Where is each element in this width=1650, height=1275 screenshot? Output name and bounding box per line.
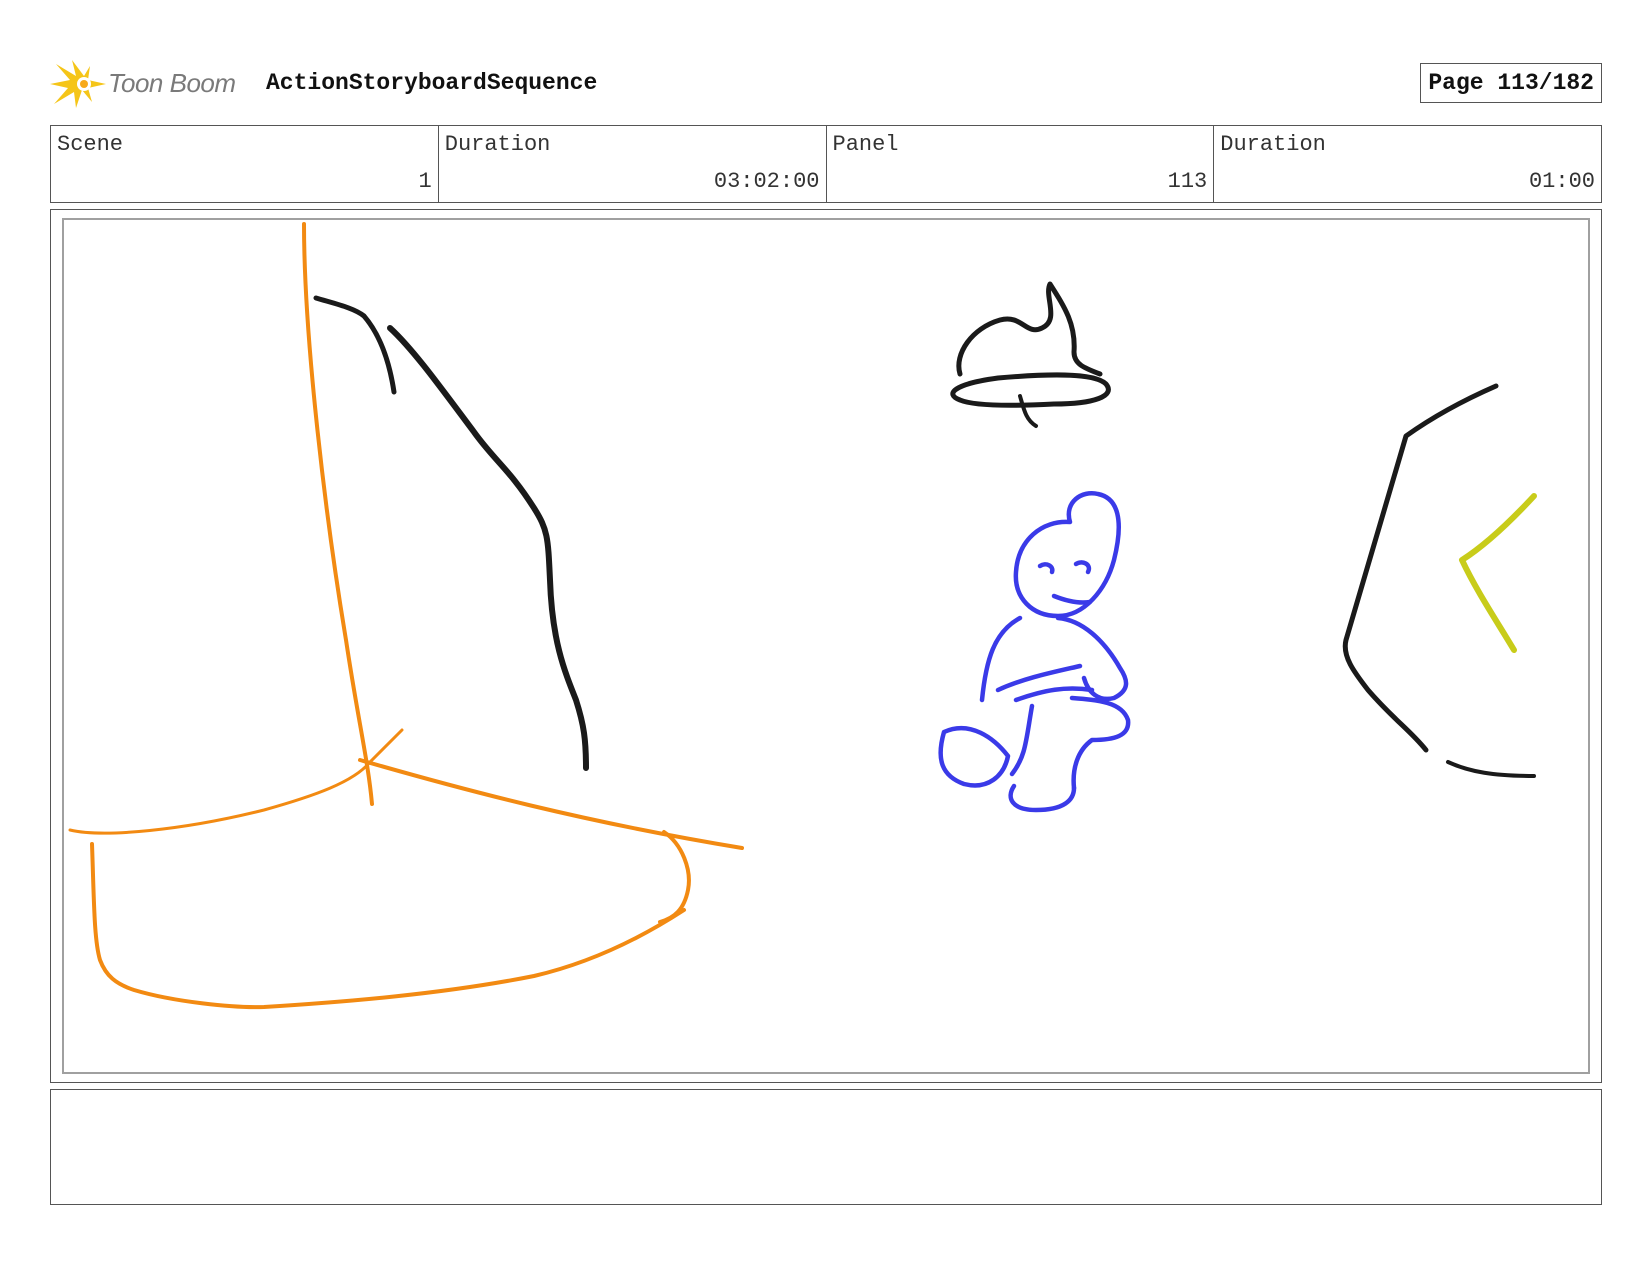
character-leg: [1009, 695, 1131, 791]
logo-wordmark: Toon Boom: [108, 68, 236, 98]
panel-info-table: Scene 1 Duration 03:02:00 Panel 113 Dura…: [50, 125, 1602, 203]
black-hat-stem-stroke: [1018, 394, 1038, 428]
storyboard-panel-frame: [50, 209, 1602, 1083]
storyboard-sketch: [68, 222, 1537, 1010]
toon-boom-logo: Toon Boom: [50, 56, 250, 112]
black-mountain-stroke: [313, 295, 397, 395]
panel-label: Panel: [832, 132, 899, 157]
orange-vertical-stroke: [302, 222, 374, 806]
character-arm: [995, 663, 1095, 703]
scene-cell: Scene 1: [51, 126, 439, 202]
black-hat-stroke: [956, 281, 1103, 377]
character-foot-right: [1008, 783, 1077, 813]
character-foot-left: [938, 725, 1011, 788]
yellow-chevron-stroke: [1459, 493, 1537, 653]
panel-duration-value: 01:00: [1528, 169, 1595, 194]
page-header: Toon Boom ActionStoryboardSequence Page …: [50, 56, 1602, 112]
panel-value: 113: [1167, 169, 1208, 194]
scene-duration-cell: Duration 03:02:00: [439, 126, 827, 202]
character-mouth: [1051, 593, 1093, 605]
panel-cell: Panel 113: [827, 126, 1215, 202]
scene-duration-label: Duration: [444, 132, 551, 157]
black-mountain-ridge-stroke: [387, 325, 589, 771]
scene-duration-value: 03:02:00: [713, 169, 820, 194]
orange-left-diagonal-stroke: [68, 728, 404, 835]
black-hat-brim-stroke: [950, 372, 1111, 408]
black-right-base-stroke: [1446, 760, 1536, 778]
panel-notes-box: [50, 1089, 1602, 1205]
starburst-icon: [50, 60, 106, 108]
page-number-badge: Page 113/182: [1420, 63, 1602, 103]
scene-value: 1: [418, 169, 432, 194]
black-right-shape-stroke: [1342, 383, 1499, 753]
panel-duration-cell: Duration 01:00: [1214, 126, 1601, 202]
orange-box-stroke: [90, 842, 686, 1010]
character-eyes: [1037, 560, 1092, 575]
orange-right-diagonal-stroke: [358, 758, 744, 850]
panel-duration-label: Duration: [1220, 132, 1326, 157]
storyboard-drawing-area: [62, 218, 1590, 1074]
blue-character-sketch: [938, 490, 1131, 813]
scene-label: Scene: [57, 132, 124, 157]
sequence-title: ActionStoryboardSequence: [266, 70, 598, 96]
character-head: [1013, 490, 1121, 619]
